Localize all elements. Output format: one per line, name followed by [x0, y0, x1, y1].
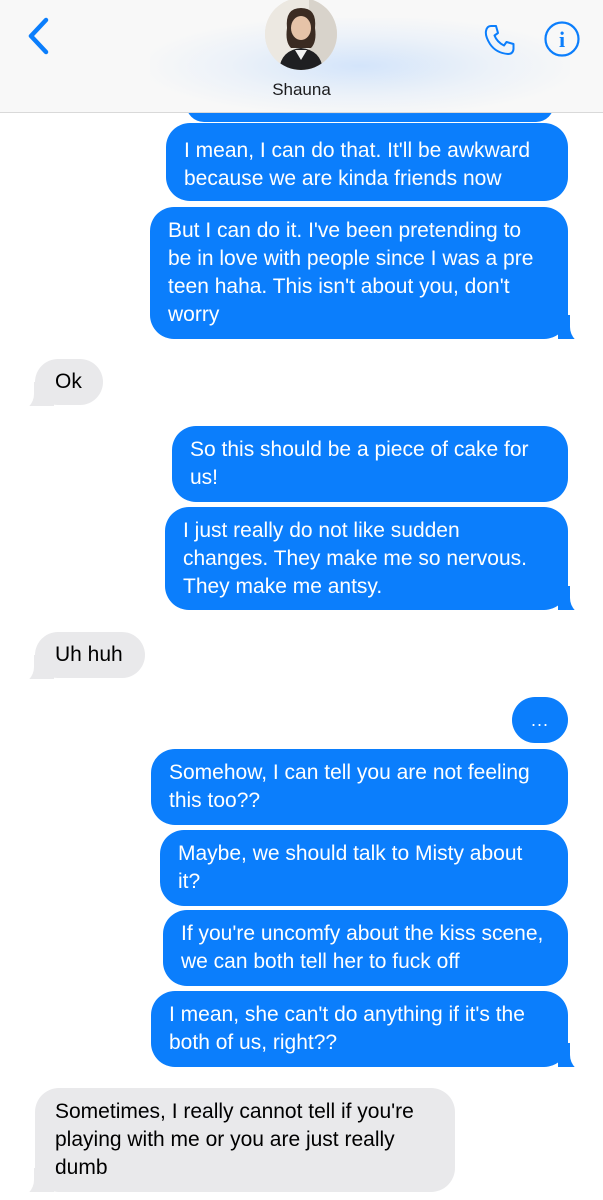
sent-message[interactable]: Somehow, I can tell you are not feeling … [151, 749, 568, 825]
bubble-tail-mask [14, 1158, 34, 1198]
sent-message[interactable]: So this should be a piece of cake for us… [172, 426, 568, 502]
received-message[interactable]: Sometimes, I really cannot tell if you'r… [35, 1088, 455, 1192]
bubble-tail-mask [570, 305, 590, 345]
sent-message[interactable]: If you're uncomfy about the kiss scene, … [163, 910, 568, 986]
back-button[interactable] [18, 16, 58, 56]
conversation-header: Shauna i [0, 0, 603, 114]
sent-message[interactable]: I mean, I can do that. It'll be awkward … [166, 123, 568, 201]
phone-icon [484, 25, 515, 55]
bubble-tail-mask [14, 645, 34, 685]
sent-message[interactable]: Maybe, we should talk to Misty about it? [160, 830, 568, 906]
bubble-tail-mask [570, 576, 590, 616]
info-icon: i [544, 21, 580, 57]
sent-message[interactable]: I just really do not like sudden changes… [165, 507, 568, 610]
avatar-photo [265, 0, 337, 70]
contact-name[interactable]: Shauna [0, 80, 603, 100]
ellipsis-message[interactable]: ... [512, 697, 568, 743]
chevron-left-icon [28, 17, 49, 55]
sent-message[interactable]: But I can do it. I've been pretending to… [150, 207, 568, 339]
bubble-tail-mask [570, 1033, 590, 1073]
sent-message[interactable]: I mean, she can't do anything if it's th… [151, 991, 568, 1067]
contact-avatar[interactable] [265, 0, 337, 70]
call-button[interactable] [478, 18, 522, 62]
info-button[interactable]: i [541, 18, 583, 60]
bubble-tail-mask [14, 372, 34, 412]
svg-text:i: i [559, 27, 565, 52]
